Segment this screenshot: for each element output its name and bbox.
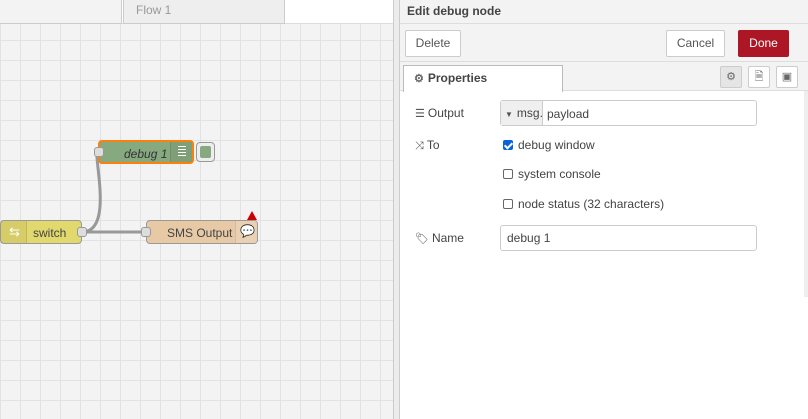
gear-icon: ⚙ [414,73,424,85]
tab-appearance[interactable]: ▣ [776,66,798,88]
sms-node-label: SMS Output [167,226,233,240]
debug-toggle-button[interactable] [196,142,215,162]
tag-icon: 🏷 [415,233,429,245]
flow-workspace[interactable]: Flow 1 debug 1 ⇆ switch SMS Output 💬 [0,0,393,419]
switch-node-output-port[interactable] [77,227,87,237]
output-value[interactable]: payload [547,107,589,121]
system-console-checkbox[interactable] [503,169,513,179]
output-type-selector[interactable]: ▼ msg. [501,101,543,125]
name-label: 🏷 Name [415,231,464,245]
name-input[interactable] [500,225,757,251]
option-debug-window[interactable]: debug window [503,138,595,152]
output-type-label: msg. [516,106,543,120]
debug-node-label: debug 1 [124,147,168,161]
option-debug-window-label: debug window [518,138,595,152]
tray-scrollbar[interactable] [804,91,808,297]
to-label: ⤨ To [415,138,440,153]
tray-toolbar: Delete Cancel Done [400,24,808,62]
switch-node[interactable]: ⇆ switch [0,220,87,244]
node-status-checkbox[interactable] [503,199,513,209]
tab-properties[interactable]: ⚙ Properties [403,65,563,92]
sms-node-input-port[interactable] [141,227,151,237]
caret-down-icon: ▼ [505,110,513,119]
tab-settings-gear[interactable]: ⚙ [720,66,742,88]
tab-description[interactable]: 🗎 [748,66,770,88]
cancel-button[interactable]: Cancel [666,30,725,57]
tray-title: Edit debug node [400,0,808,24]
document-icon: 🗎 [754,71,764,83]
delete-button[interactable]: Delete [405,30,461,57]
wires-layer [81,150,146,234]
output-typed-input[interactable]: ▼ msg. payload [500,100,757,126]
done-button[interactable]: Done [738,30,789,57]
list-icon: ☰ [415,108,425,120]
name-label-text: Name [431,231,464,245]
to-label-text: To [426,138,440,152]
tray-tab-row: ⚙ Properties ⚙ 🗎 ▣ [400,62,808,92]
list-icon [178,146,186,158]
option-node-status[interactable]: node status (32 characters) [503,197,664,211]
tab-properties-label: Properties [427,71,488,85]
output-label-text: Output [427,106,464,120]
switch-node-icon-area: ⇆ [1,221,27,243]
debug-window-checkbox[interactable] [503,140,513,150]
sms-output-node[interactable]: SMS Output 💬 [141,220,258,244]
debug-node-input-port[interactable] [94,147,104,157]
debug-toggle-indicator [200,146,211,158]
debug-node-icon-area [170,142,192,162]
option-system-console-label: system console [518,167,601,181]
message-icon: 💬 [240,224,255,238]
shuffle-icon: ⤨ [415,140,424,152]
output-label: ☰ Output [415,106,464,120]
option-node-status-label: node status (32 characters) [518,197,665,211]
switch-node-label: switch [33,226,67,240]
edit-tray: Edit debug node Delete Cancel Done ⚙ Prop… [399,0,808,419]
frame-icon: ▣ [781,71,793,83]
wire-switch-to-debug [81,150,102,234]
warning-triangle-icon [247,211,257,220]
debug-node[interactable]: debug 1 [94,140,194,164]
option-system-console[interactable]: system console [503,167,601,181]
sms-node-icon-area: 💬 [235,221,257,243]
switch-icon: ⇆ [9,224,20,239]
gear-icon: ⚙ [726,71,736,83]
